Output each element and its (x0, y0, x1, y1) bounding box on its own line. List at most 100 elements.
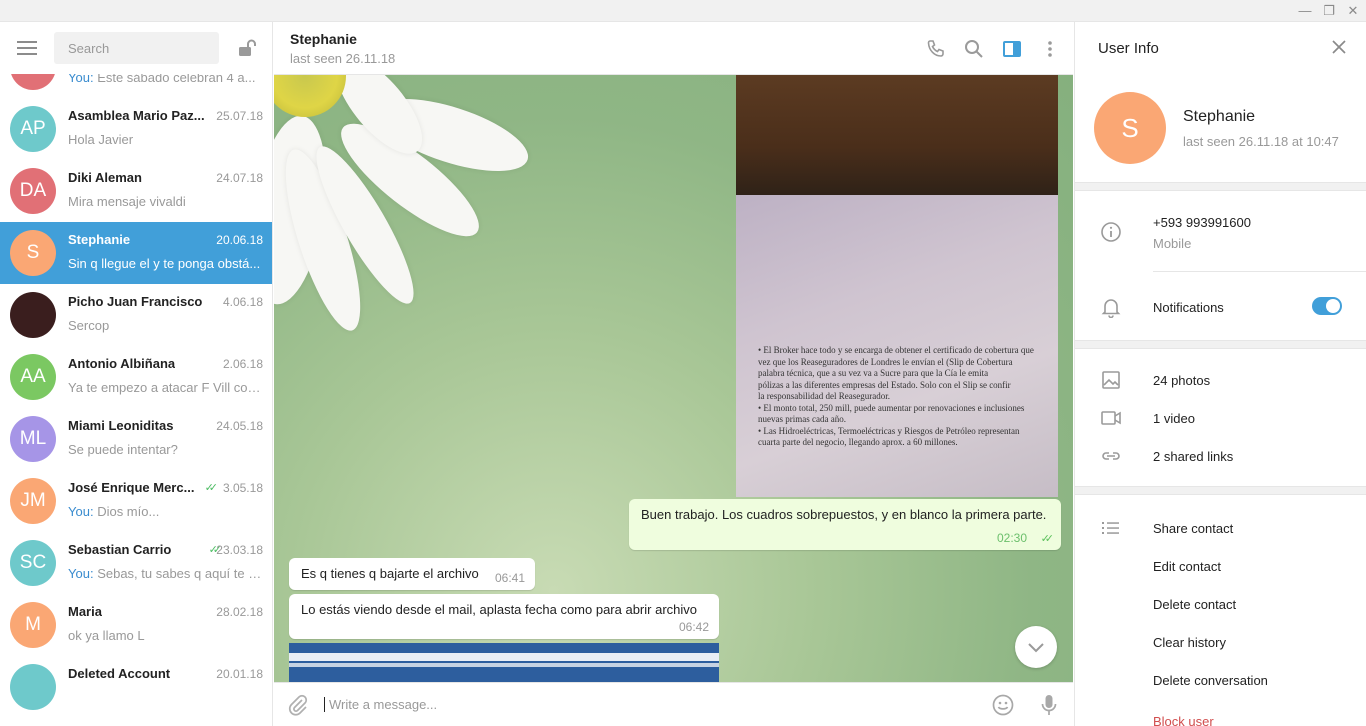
chat-list-item[interactable]: ML Miami Leoniditas 24.05.18 Se puede inten… (0, 408, 272, 470)
chat-list-item[interactable]: JM José Enrique Merc... ✓✓ 3.05.18 You: Dios… (0, 470, 272, 532)
close-window-icon[interactable]: ✕ (1344, 3, 1362, 19)
message-input[interactable]: Write a message... (324, 697, 437, 712)
message-preview: Se puede intentar? (68, 442, 178, 457)
shared-links-link[interactable]: 2 shared links (1153, 449, 1233, 464)
document-photo[interactable]: • El Broker hace todo y se encarga de ob… (736, 75, 1058, 497)
photo-text-line: pólizas a las diferentes empresas del Es… (758, 379, 1011, 390)
chat-date: 25.07.18 (216, 109, 263, 123)
photo-top-area (736, 75, 1058, 195)
chat-list-item[interactable]: Picho Juan Francisco 4.06.18 Sercop (0, 284, 272, 346)
chat-list-item[interactable]: S Stephanie 20.06.18 Sin q llegue el y te p… (0, 222, 272, 284)
user-info-panel: User Info S Stephanie last seen 26.11.18… (1074, 22, 1366, 726)
message-bubble-incoming[interactable]: Es q tienes q bajarte el archivo 06:41 (289, 558, 535, 590)
message-text: Buen trabajo. Los cuadros sobrepuestos, … (641, 507, 1047, 522)
more-options-icon[interactable] (1039, 38, 1061, 60)
photo-document-text: • El Broker hace todo y se encarga de ob… (758, 345, 1058, 449)
delete-conversation-button[interactable]: Delete conversation (1153, 673, 1268, 688)
avatar: SC (10, 540, 56, 586)
conversation-title[interactable]: Stephanie (290, 31, 357, 47)
avatar: AP (10, 106, 56, 152)
message-time: 02:30 (996, 531, 1027, 545)
photo-text-line: palabra técnica, que a su vez va a Sucre… (758, 368, 989, 378)
unlock-icon[interactable] (236, 38, 258, 58)
minimize-icon[interactable]: — (1296, 3, 1314, 19)
chat-list-item[interactable]: SC Sebastian Carrio ✓✓ 23.03.18 You: Sebas, … (0, 532, 272, 594)
user-name: Stephanie (1183, 108, 1256, 125)
microphone-icon[interactable] (1037, 693, 1061, 717)
chat-date: 24.07.18 (216, 171, 263, 185)
chat-last-message: Se puede intentar? (68, 442, 263, 457)
avatar: ML (10, 416, 56, 462)
chat-name: Picho Juan Francisco (68, 294, 203, 309)
sidebar-toggle-icon[interactable] (1001, 38, 1023, 60)
user-info-title: User Info (1098, 40, 1159, 57)
emoji-icon[interactable] (991, 693, 1015, 717)
divider (1153, 271, 1366, 272)
chat-last-message: Sercop (68, 318, 263, 333)
shared-video-link[interactable]: 1 video (1153, 411, 1195, 426)
block-user-button[interactable]: Block user (1153, 714, 1214, 726)
chat-name: Asamblea Mario Paz... (68, 108, 205, 123)
message-bubble-incoming[interactable]: Lo estás viendo desde el mail, aplasta f… (289, 594, 719, 639)
chat-name: José Enrique Merc... (68, 480, 195, 495)
double-check-icon: ✓✓ (1040, 533, 1055, 545)
info-icon (1100, 221, 1122, 243)
avatar (10, 664, 56, 710)
message-preview: Hola Javier (68, 132, 134, 147)
video-icon (1100, 407, 1122, 429)
conversation-header: Stephanie last seen 26.11.18 (274, 22, 1073, 75)
photo-text-line: • Las Hidroeléctricas, Termoeléctricas y… (758, 425, 1020, 436)
photo-text-line: • El Broker hace todo y se encarga de ob… (758, 345, 1034, 355)
chat-name: Stephanie (68, 232, 131, 247)
chat-date: 4.06.18 (222, 295, 263, 309)
shared-photos-link[interactable]: 24 photos (1153, 373, 1210, 388)
notifications-toggle[interactable] (1312, 297, 1342, 315)
chat-date: 20.06.18 (216, 233, 263, 247)
search-icon[interactable] (963, 38, 985, 60)
user-last-seen: last seen 26.11.18 at 10:47 (1183, 134, 1339, 149)
avatar: M (10, 602, 56, 648)
message-bubble-outgoing[interactable]: Buen trabajo. Los cuadros sobrepuestos, … (629, 499, 1061, 550)
you-prefix: You: (68, 566, 94, 581)
divider (1075, 486, 1366, 495)
chat-last-message: Sin q llegue el y te ponga obstá... (68, 256, 263, 271)
search-input[interactable]: Search (54, 32, 219, 64)
chat-list-item[interactable]: AA Antonio Albiñana 2.06.18 Ya te empezo a … (0, 346, 272, 408)
notifications-label: Notifications (1153, 300, 1224, 315)
chat-date: 23.03.18 (216, 543, 263, 557)
delete-contact-button[interactable]: Delete contact (1153, 597, 1236, 612)
close-icon[interactable] (1331, 39, 1347, 55)
scroll-down-button[interactable] (1015, 626, 1057, 668)
message-text: Es q tienes q bajarte el archivo (301, 566, 479, 581)
chat-name: Sebastian Carrio (68, 542, 172, 557)
chat-list-item[interactable]: AP Asamblea Mario Paz... 25.07.18 Hola Javi… (0, 98, 272, 160)
avatar (10, 292, 56, 338)
chevron-down-icon (1028, 643, 1044, 653)
message-preview: Ya te empezo a atacar F Vill con... (68, 380, 263, 395)
attach-icon[interactable] (286, 693, 310, 717)
phone-number[interactable]: +593 993991600 (1153, 215, 1251, 230)
photo-text-line: vez que los Reaseguradores de Londres le… (758, 356, 1013, 367)
double-check-icon: ✓✓ (204, 482, 219, 494)
chat-list-item[interactable]: Deleted Account 20.01.18 (0, 656, 272, 718)
chat-last-message: Hola Javier (68, 132, 263, 147)
chat-list-header: Search (0, 22, 272, 74)
maximize-icon[interactable]: ❐ (1320, 3, 1338, 19)
link-icon (1100, 445, 1122, 467)
phone-icon[interactable] (925, 38, 947, 60)
avatar: DA (10, 168, 56, 214)
chat-date: 2.06.18 (222, 357, 263, 371)
chat-name: Maria (68, 604, 102, 619)
clear-history-button[interactable]: Clear history (1153, 635, 1226, 650)
screenshot-thumbnail[interactable] (289, 643, 719, 682)
message-time: 06:42 (678, 620, 709, 634)
chat-list-item[interactable]: M Maria 28.02.18 ok ya llamo L (0, 594, 272, 656)
avatar[interactable]: S (1094, 92, 1166, 164)
chat-list-item[interactable]: DA Diki Aleman 24.07.18 Mira mensaje vivald… (0, 160, 272, 222)
conversation-status: last seen 26.11.18 (290, 51, 396, 66)
menu-icon[interactable] (17, 41, 37, 55)
chat-last-message: Ya te empezo a atacar F Vill con... (68, 380, 263, 395)
photo-text-line: la responsabilidad del Reasegurador. (758, 391, 890, 401)
edit-contact-button[interactable]: Edit contact (1153, 559, 1221, 574)
share-contact-button[interactable]: Share contact (1153, 521, 1233, 536)
